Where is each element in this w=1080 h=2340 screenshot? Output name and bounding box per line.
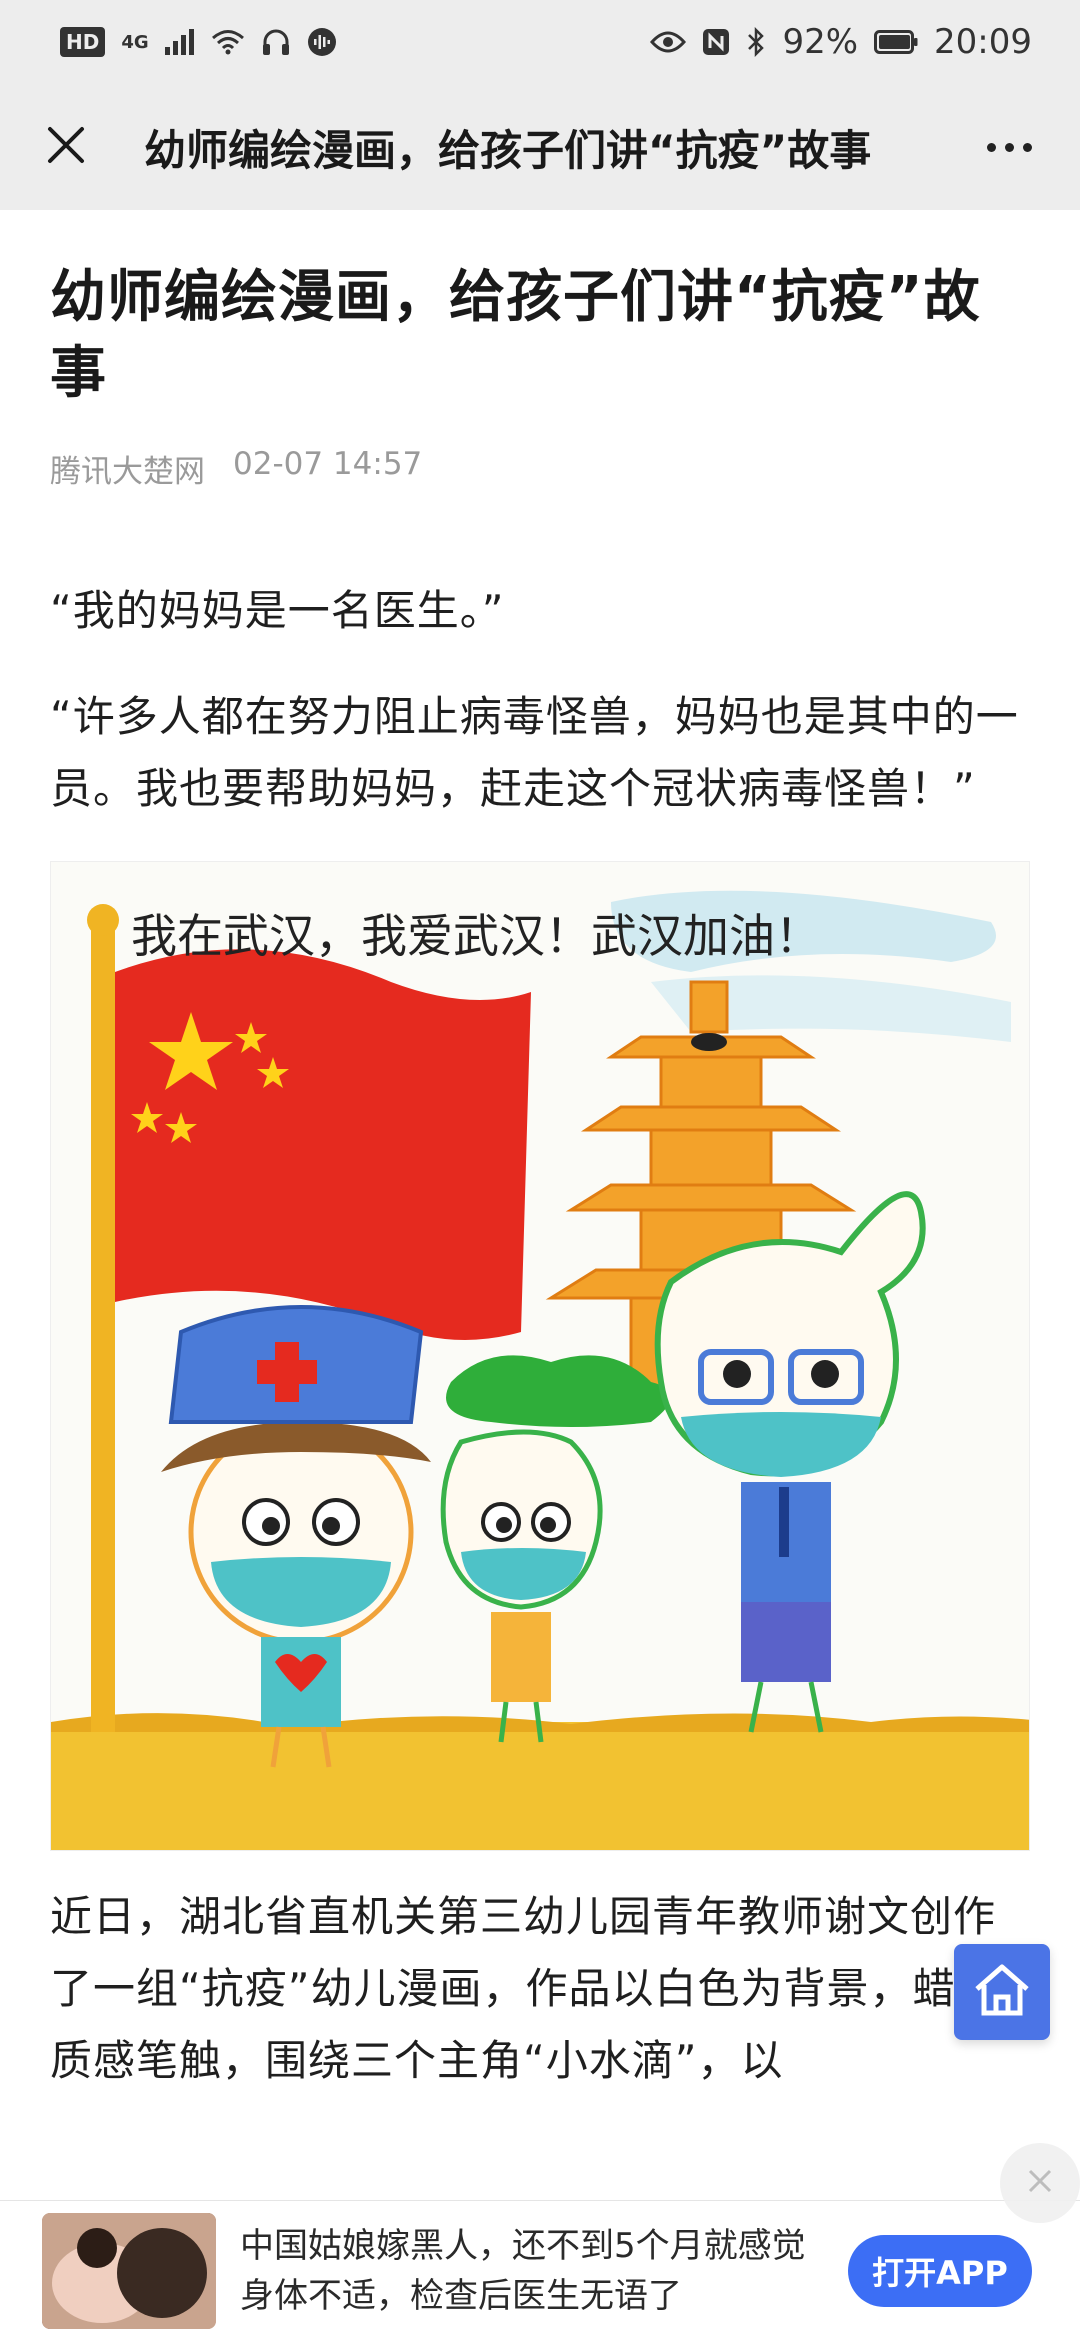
wifi-icon: [211, 29, 245, 55]
article-illustration[interactable]: 我在武汉，我爱武汉！武汉加油！: [50, 861, 1030, 1851]
article-source[interactable]: 腾讯大楚网: [50, 446, 205, 491]
illustration-caption: 我在武汉，我爱武汉！武汉加油！: [131, 909, 821, 963]
article-title: 幼师编绘漫画，给孩子们讲“抗疫”故事: [50, 265, 981, 406]
battery-percent: 92%: [782, 22, 859, 62]
signal-icon: [164, 29, 195, 55]
more-icon-dot: [986, 142, 996, 152]
nav-bar: 幼师编绘漫画，给孩子们讲“抗疫”故事: [0, 84, 1080, 210]
clock: 20:09: [934, 22, 1032, 62]
cartoon-illustration: 我在武汉，我爱武汉！武汉加油！: [51, 890, 1029, 1850]
ad-text[interactable]: 中国姑娘嫁黑人，还不到5个月就感觉身体不适，检查后医生无语了: [240, 2221, 820, 2321]
article-meta: 腾讯大楚网 02-07 14:57: [50, 446, 1030, 491]
open-app-button[interactable]: 打开APP: [848, 2234, 1032, 2307]
status-left: HD 4G: [60, 27, 337, 57]
paragraph: “我的妈妈是一名医生。”: [50, 586, 505, 635]
eye-icon: [650, 30, 687, 54]
home-button[interactable]: [954, 1944, 1050, 2040]
nav-title: 幼师编绘漫画，给孩子们讲“抗疫”故事: [144, 125, 872, 175]
more-icon-dot: [1004, 142, 1014, 152]
status-bar: HD 4G 92% 20:09: [0, 0, 1080, 84]
ad-banner[interactable]: 中国姑娘嫁黑人，还不到5个月就感觉身体不适，检查后医生无语了 打开APP: [0, 2143, 1080, 2340]
close-icon: [46, 125, 86, 169]
more-button[interactable]: [974, 117, 1044, 177]
paragraph: “许多人都在努力阻止病毒怪兽，妈妈也是其中的一员。我也要帮助妈妈，赶走这个冠状病…: [50, 692, 1019, 813]
status-right: 92% 20:09: [650, 22, 1032, 62]
article-datetime: 02-07 14:57: [233, 446, 423, 482]
droplet-kid-character: [440, 1429, 603, 1743]
more-icon-dot: [1022, 142, 1032, 152]
close-button[interactable]: [36, 117, 96, 177]
home-icon: [973, 1963, 1031, 2021]
audio-wave-icon: [307, 27, 337, 57]
ad-thumbnail: [42, 2212, 216, 2329]
doctor-character: [161, 1305, 431, 1768]
dad-character: [654, 1191, 926, 1733]
paragraph: 近日，湖北省直机关第三幼儿园青年教师谢文创作了一组“抗疫”幼儿漫画，作品以白色为…: [50, 1892, 999, 2085]
hd-badge: HD: [60, 27, 106, 57]
nfc-icon: [702, 28, 730, 56]
ad-close-button[interactable]: [1000, 2143, 1080, 2223]
battery-icon: [874, 30, 918, 54]
close-icon: [1027, 2168, 1053, 2198]
bluetooth-icon: [746, 27, 766, 57]
headphone-icon: [261, 28, 291, 56]
network-type: 4G: [121, 31, 149, 53]
article: 幼师编绘漫画，给孩子们讲“抗疫”故事 腾讯大楚网 02-07 14:57 “我的…: [50, 210, 1030, 2097]
